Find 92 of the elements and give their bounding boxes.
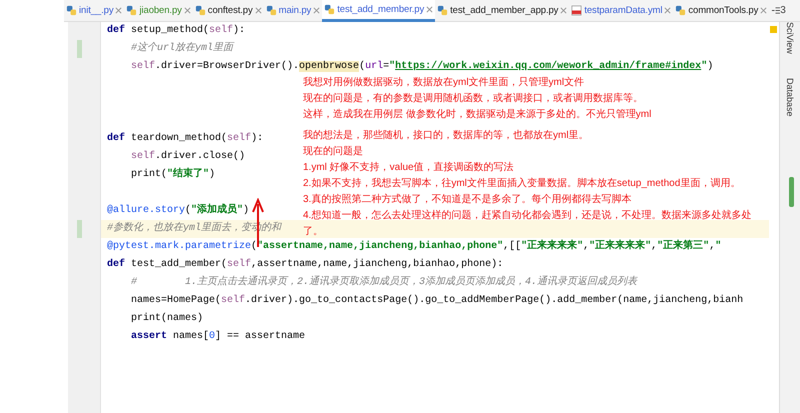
code-text: print(names): [130, 313, 204, 324]
code-text: names[: [172, 331, 210, 342]
close-icon[interactable]: [426, 6, 434, 12]
python-file-icon: [324, 4, 336, 14]
annotation-text: 我想对用例做数据驱动，数据放在yml文件里面，只管理yml文件: [303, 76, 586, 90]
code-text: ):: [233, 25, 246, 36]
warning-marker: [770, 26, 777, 33]
string-literal: "结束了": [167, 169, 210, 180]
code-text: ] == assertname: [215, 331, 306, 342]
python-file-icon: [66, 5, 77, 16]
code-text: .driver.close(): [155, 151, 246, 162]
file-tab[interactable]: conftest.py: [192, 0, 264, 22]
code-text: ,assertname,name,jiancheng,bianhao,phone):: [251, 259, 504, 270]
code-text: (: [251, 241, 258, 252]
annotation-text: 我的想法是，那些随机，接口的，数据库的等，也都放在yml里。: [303, 128, 590, 143]
python-file-icon: [437, 5, 448, 16]
list-icon: [771, 6, 780, 15]
keyword: assert: [130, 331, 168, 342]
code-text: ,: [651, 241, 658, 252]
decorator: @pytest.mark.parametrize: [107, 241, 252, 252]
self-keyword: self: [130, 61, 156, 72]
file-tab[interactable]: init__.py: [64, 0, 124, 22]
string-literal: "正来来来来": [521, 241, 584, 252]
annotation-text: 2.如果不支持，我想去写脚本，往yml文件里面插入变量数据。脚本放在setup_method里面，调用。: [303, 176, 742, 191]
python-file-icon: [126, 5, 138, 16]
decorator: @allure.story: [107, 205, 186, 216]
side-tool-tab[interactable]: Database: [785, 78, 795, 116]
close-icon[interactable]: [115, 7, 122, 14]
annotation-text: 现在的问题是，有的参数是调用随机函数，或者调接口，或者调用数据库等。: [303, 92, 644, 106]
file-tab[interactable]: test_add_member_app.py: [435, 0, 570, 22]
code-text: (: [359, 61, 366, 72]
parameter-name: url: [365, 61, 384, 72]
code-text: names=HomePage(: [130, 295, 222, 306]
close-icon[interactable]: [560, 7, 568, 14]
self-keyword: self: [209, 25, 234, 36]
annotation-text: 这样，造成我在用例层 做参数化时，数据驱动是来源于多处的。不光只管理yml: [303, 108, 652, 122]
close-icon[interactable]: [254, 7, 262, 14]
code-text: ): [209, 169, 216, 180]
self-keyword: self: [130, 151, 156, 162]
annotation-text: 现在的问题是: [303, 145, 364, 159]
python-file-icon: [266, 5, 277, 16]
code-text: =: [383, 61, 390, 72]
code-text: setup_method(: [130, 25, 210, 36]
file-tab[interactable]: jiaoben.py: [124, 0, 193, 22]
string-literal: "assertname,name,jiancheng,bianhao,phone": [257, 241, 504, 252]
annotation-text: 1.yml 好像不支持，value值，直接调函数的写法: [303, 160, 515, 175]
file-tab[interactable]: test_add_member.py: [322, 0, 436, 22]
close-icon[interactable]: [184, 7, 191, 14]
string-literal: "正来来来来": [589, 241, 652, 252]
close-icon[interactable]: [760, 7, 768, 14]
self-keyword: self: [221, 295, 246, 306]
url-link[interactable]: https://work.weixin.qq.com/wework_admin/frame#index: [395, 61, 702, 72]
string-literal: ": [715, 241, 722, 252]
code-text: print(: [130, 169, 168, 180]
string-literal: ": [701, 61, 708, 72]
string-literal: "添加成员": [191, 205, 244, 216]
code-text: ): [707, 61, 714, 72]
keyword: def: [107, 259, 126, 270]
yaml-file-icon: [571, 5, 582, 16]
self-keyword: self: [227, 259, 252, 270]
close-icon[interactable]: [313, 7, 320, 14]
python-file-icon: [675, 5, 686, 16]
code-text: ): [243, 205, 250, 216]
code-text: ,: [583, 241, 590, 252]
code-text: ,[[: [503, 241, 522, 252]
file-tab[interactable]: main.py: [264, 0, 322, 22]
close-icon[interactable]: [664, 7, 672, 14]
code-text: (: [185, 205, 192, 216]
keyword: def: [107, 25, 126, 36]
annotation-text: 了。: [303, 225, 324, 239]
file-tab[interactable]: commonTools.py: [673, 0, 770, 22]
code-text: .driver).go_to_contactsPage().go_to_addMemberPage().add_member(name,jiancheng,bianh: [245, 295, 744, 306]
code-comment: # 1.主页点击去通讯录页，2.通讯录页取添加成员页，3添加成员页添加成员，4.通讯录页返回成员列表: [130, 277, 638, 288]
tab-list-button[interactable]: 3: [769, 5, 788, 16]
keyword: def: [107, 133, 126, 144]
code-text: .driver=BrowserDriver().: [155, 61, 300, 72]
highlighted-identifier: openbrwose: [299, 61, 360, 72]
annotation-text: 4.想知道一般，怎么去处理这样的问题，赶紧自动化都会遇到，还是说，不处理。数据来源多处就多处: [303, 208, 752, 223]
code-text: teardown_method(: [130, 133, 228, 144]
string-literal: "正来第三": [657, 241, 710, 252]
scrollbar-thumb[interactable]: [789, 177, 794, 207]
string-literal: ": [389, 61, 396, 72]
python-file-icon: [194, 5, 206, 16]
code-text: ):: [251, 133, 264, 144]
side-tool-tab[interactable]: SciView: [785, 22, 795, 54]
code-comment: #这个url放在yml里面: [130, 43, 234, 54]
annotation-text: 3.真的按照第二种方式做了，不知道是不是多余了。每个用例都得去写脚本: [303, 192, 632, 207]
file-tab[interactable]: testparamData.yml: [569, 0, 674, 22]
self-keyword: self: [227, 133, 252, 144]
code-text: ,: [709, 241, 716, 252]
number-literal: 0: [209, 331, 216, 342]
code-text: test_add_member(: [130, 259, 228, 270]
